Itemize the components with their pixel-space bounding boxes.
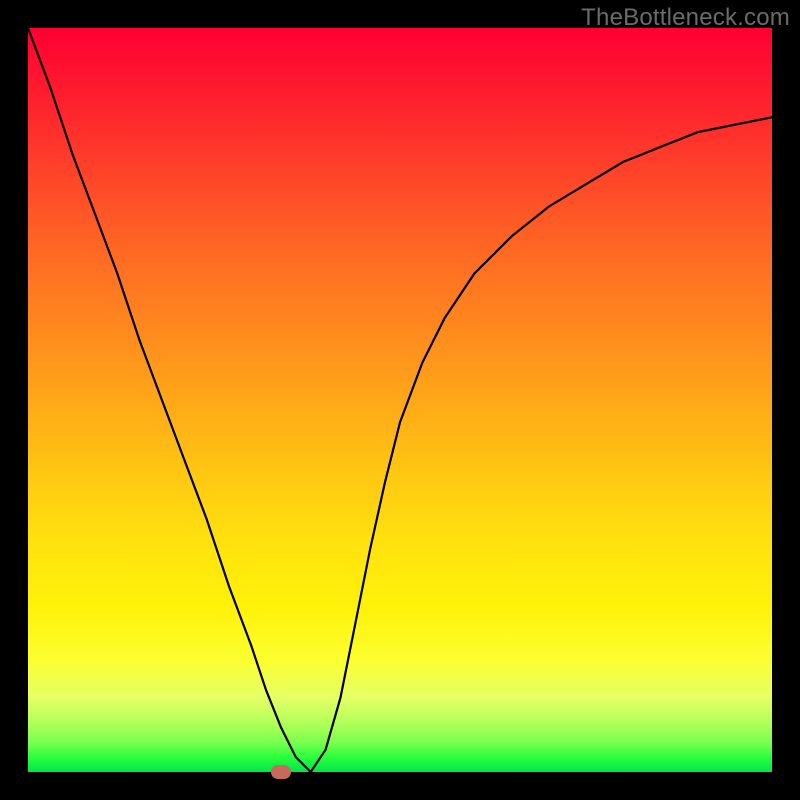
curve-path [28,28,772,772]
plot-area [28,28,772,772]
chart-frame: TheBottleneck.com [0,0,800,800]
optimal-point-marker [271,765,291,779]
bottleneck-curve [28,28,772,772]
